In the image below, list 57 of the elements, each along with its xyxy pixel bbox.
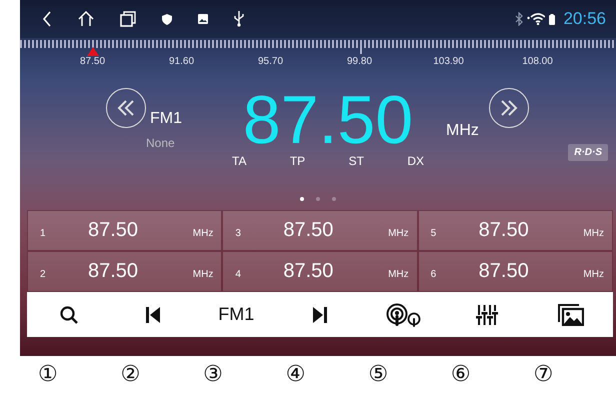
unit-label: MHz xyxy=(446,122,479,140)
clock-time: 20:56 xyxy=(563,9,606,29)
callout-number: ③ xyxy=(203,362,224,387)
back-icon[interactable] xyxy=(42,11,52,27)
rds-indicator: ST xyxy=(348,154,364,168)
callout-number: ① xyxy=(38,362,59,387)
usb-icon xyxy=(234,11,244,27)
pty-label: None xyxy=(146,136,176,150)
page-dot[interactable] xyxy=(332,197,336,201)
preset-button[interactable]: 4 87.50 MHz xyxy=(222,251,418,292)
page-dot[interactable] xyxy=(300,197,304,201)
band-button[interactable]: FM1 xyxy=(216,302,256,327)
scale-label: 103.90 xyxy=(432,56,465,67)
preset-button[interactable]: 6 87.50 MHz xyxy=(418,251,613,292)
rds-button[interactable]: R·D·S xyxy=(568,144,608,161)
preset-button[interactable]: 2 87.50 MHz xyxy=(27,251,222,292)
rds-indicator: TA xyxy=(232,154,246,168)
battery-icon xyxy=(549,14,556,24)
callout-number: ⑤ xyxy=(368,362,390,387)
rds-indicator: DX xyxy=(407,154,424,168)
equalizer-icon xyxy=(476,304,498,326)
seek-forward-button[interactable] xyxy=(488,88,529,128)
preset-button[interactable]: 1 87.50 MHz xyxy=(27,210,222,251)
preset-button[interactable]: 3 87.50 MHz xyxy=(222,210,418,251)
scale-label: 95.70 xyxy=(256,56,284,67)
band-label: FM1 xyxy=(150,110,183,128)
search-icon xyxy=(58,304,79,324)
page-dot[interactable] xyxy=(316,197,320,201)
scale-label: 87.50 xyxy=(78,56,106,67)
image-icon xyxy=(198,14,208,24)
home-icon[interactable] xyxy=(78,11,94,27)
skip-next-icon xyxy=(312,306,327,322)
shield-icon xyxy=(162,14,172,24)
double-chevron-left-icon xyxy=(116,100,136,116)
recent-apps-icon[interactable] xyxy=(120,11,136,27)
preset-button[interactable]: 5 87.50 MHz xyxy=(418,210,613,251)
rds-indicator: TP xyxy=(290,154,306,168)
next-button[interactable] xyxy=(310,304,329,324)
scale-label: 91.60 xyxy=(168,56,196,67)
callout-number: ④ xyxy=(286,362,306,387)
gallery-icon xyxy=(558,304,584,326)
tuning-marker-icon[interactable] xyxy=(87,47,99,56)
tuner-scale[interactable] xyxy=(20,38,616,56)
previous-button[interactable] xyxy=(144,304,162,324)
callout-number: ⑦ xyxy=(533,362,554,387)
scale-label: 108.00 xyxy=(521,56,554,67)
frequency-display: 87.50 xyxy=(242,88,414,152)
callout-number: ⑥ xyxy=(450,362,472,387)
gallery-button[interactable] xyxy=(556,302,586,328)
skip-previous-icon xyxy=(146,306,160,322)
scale-label: 99.80 xyxy=(346,56,374,67)
wifi-icon xyxy=(527,13,546,25)
double-chevron-right-icon xyxy=(498,100,519,116)
callout-number: ② xyxy=(120,362,142,387)
bluetooth-icon xyxy=(515,12,524,26)
broadcast-icon xyxy=(386,302,422,326)
seek-back-button[interactable] xyxy=(106,88,146,128)
